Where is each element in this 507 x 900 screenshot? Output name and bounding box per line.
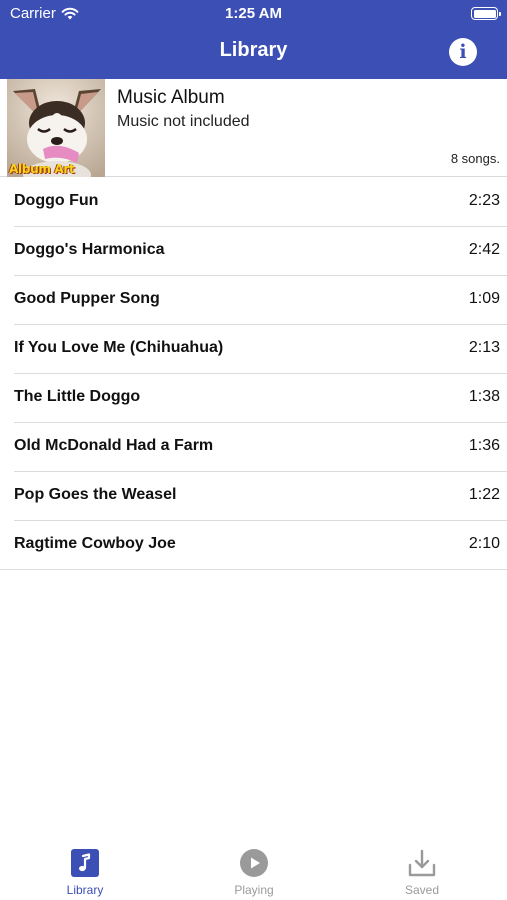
tab-saved-label: Saved: [404, 883, 440, 897]
tab-playing-label: Playing: [234, 883, 274, 897]
status-time: 1:25 AM: [225, 5, 282, 22]
song-row[interactable]: Ragtime Cowboy Joe 2:10: [0, 521, 507, 570]
play-circle-icon: [240, 849, 268, 877]
song-duration: 1:22: [468, 486, 500, 503]
song-row[interactable]: Doggo's Harmonica 2:42: [0, 227, 507, 276]
battery-icon: [471, 7, 501, 20]
song-title: Ragtime Cowboy Joe: [14, 535, 176, 552]
song-count: 8 songs.: [450, 151, 500, 166]
song-title: The Little Doggo: [14, 388, 141, 405]
tab-library[interactable]: Library: [25, 836, 145, 900]
tab-saved[interactable]: Saved: [362, 836, 482, 900]
song-row[interactable]: Old McDonald Had a Farm 1:36: [0, 423, 507, 472]
song-row[interactable]: The Little Doggo 1:38: [0, 374, 507, 423]
song-title: Pop Goes the Weasel: [14, 486, 177, 503]
navigation-bar: Carrier 1:25 AM Library i: [0, 0, 507, 79]
album-subtitle: Music not included: [117, 113, 250, 130]
album-title: Music Album: [117, 87, 225, 108]
album-art-caption: Album Art: [9, 162, 75, 176]
tab-playing[interactable]: Playing: [194, 836, 314, 900]
info-button[interactable]: i: [449, 38, 477, 66]
song-duration: 1:36: [468, 437, 500, 454]
song-duration: 1:38: [468, 388, 500, 405]
song-duration: 2:10: [468, 535, 500, 552]
tab-library-label: Library: [66, 883, 104, 897]
download-icon: [408, 849, 436, 877]
music-note-icon: [71, 849, 99, 877]
status-bar: Carrier 1:25 AM: [0, 0, 507, 28]
song-row[interactable]: Pop Goes the Weasel 1:22: [0, 472, 507, 521]
page-title: Library: [219, 39, 288, 61]
song-row[interactable]: Doggo Fun 2:23: [0, 178, 507, 227]
song-row[interactable]: If You Love Me (Chihuahua) 2:13: [0, 325, 507, 374]
song-title: Doggo Fun: [14, 192, 99, 209]
info-icon: i: [459, 41, 467, 63]
song-title: Old McDonald Had a Farm: [14, 437, 214, 454]
song-title: If You Love Me (Chihuahua): [14, 339, 224, 356]
song-list: Doggo Fun 2:23 Doggo's Harmonica 2:42 Go…: [0, 178, 507, 570]
song-row[interactable]: Good Pupper Song 1:09: [0, 276, 507, 325]
song-title: Doggo's Harmonica: [14, 241, 165, 258]
song-title: Good Pupper Song: [14, 290, 160, 307]
album-header: Album Art Music Album Music not included…: [0, 79, 507, 177]
song-duration: 2:13: [468, 339, 500, 356]
album-art-image: Album Art: [7, 79, 105, 177]
tab-bar: Library Playing Saved: [0, 836, 507, 900]
song-duration: 1:09: [468, 290, 500, 307]
song-duration: 2:23: [468, 192, 500, 209]
song-duration: 2:42: [468, 241, 500, 258]
